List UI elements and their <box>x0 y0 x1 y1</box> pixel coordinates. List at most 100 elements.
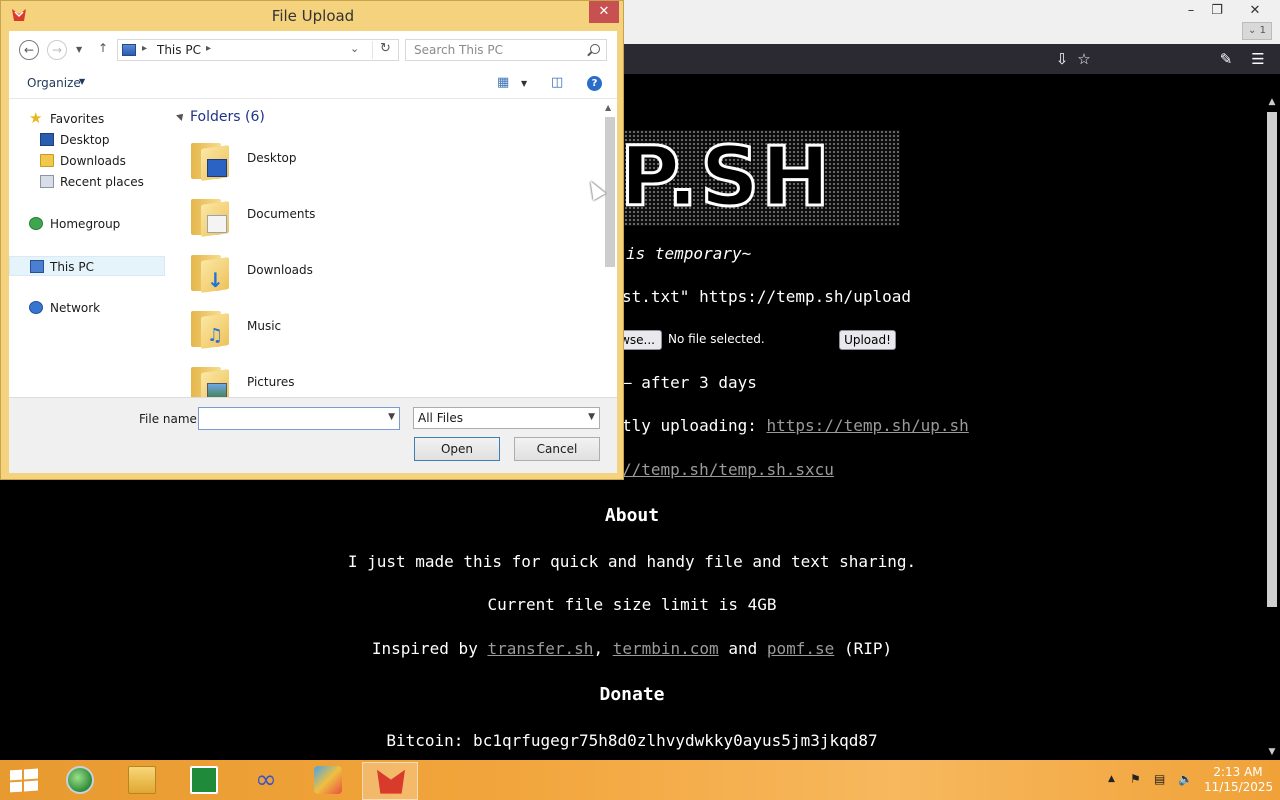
windows-logo-icon <box>10 781 22 793</box>
forward-arrow-icon[interactable]: → <box>47 40 67 60</box>
help-icon[interactable]: ? <box>587 76 602 91</box>
change-view-icon[interactable]: ▦ <box>497 75 509 93</box>
sxcu-link[interactable]: //temp.sh/temp.sh.sxcu <box>622 460 834 479</box>
inspired-prefix: Inspired by <box>371 639 478 658</box>
nav-homegroup-label: Homegroup <box>50 217 121 231</box>
open-button[interactable]: Open <box>414 437 500 461</box>
store-icon <box>190 766 218 794</box>
upload-button[interactable]: Upload! <box>839 330 896 350</box>
breadcrumb-arrow-icon[interactable]: ▸ <box>206 43 211 54</box>
preview-pane-icon[interactable]: ◫ <box>551 75 563 93</box>
back-arrow-icon[interactable]: ← <box>19 40 39 60</box>
downloads-folder-icon: ↓ <box>191 251 231 293</box>
folder-item[interactable]: ♫ Music <box>187 301 599 353</box>
inspired-and: and <box>728 639 758 658</box>
scroll-up-icon[interactable]: ▲ <box>605 103 611 112</box>
show-hidden-icons[interactable]: ▲ <box>1108 774 1115 784</box>
file-limit-text: Current file size limit is 4GB <box>487 595 777 614</box>
chevron-down-icon[interactable]: ⌄ <box>350 42 359 55</box>
logo-text: P.SH <box>619 130 832 225</box>
tab-count-button[interactable]: ⌄ 1 <box>1242 22 1272 40</box>
start-button[interactable] <box>10 768 38 793</box>
extensions-icon[interactable]: ✎ <box>1216 49 1236 69</box>
donate-heading: Donate <box>599 684 665 705</box>
folder-item[interactable]: ↓ Downloads <box>187 245 599 297</box>
system-clock[interactable]: 2:13 AM 11/15/2025 <box>1204 765 1273 795</box>
paint-icon <box>314 766 342 794</box>
up-arrow-icon[interactable]: ↑ <box>98 41 108 55</box>
refresh-icon[interactable]: ↻ <box>372 41 398 59</box>
folder-item[interactable]: Desktop <box>187 133 599 185</box>
page-scrollbar[interactable]: ▲ ▼ <box>1264 94 1280 760</box>
pomf-link[interactable]: pomf.se <box>767 639 834 658</box>
termbin-link[interactable]: termbin.com <box>613 639 719 658</box>
nav-network-label: Network <box>50 301 101 315</box>
cancel-button[interactable]: Cancel <box>514 437 600 461</box>
taskbar-app-infinity[interactable]: ∞ <box>238 762 294 800</box>
transfer-sh-link[interactable]: transfer.sh <box>487 639 593 658</box>
scroll-down-icon[interactable]: ▼ <box>1264 744 1280 760</box>
search-icon[interactable] <box>590 44 600 54</box>
script-line: tly uploading: https://temp.sh/up.sh <box>622 416 969 435</box>
nav-favorites[interactable]: ★ Favorites <box>9 109 165 129</box>
taskbar-store[interactable] <box>176 762 232 800</box>
command-bar: Organize ▼ ▦ ▼ ◫ ? <box>9 69 617 99</box>
nav-homegroup[interactable]: Homegroup <box>9 214 165 234</box>
nav-downloads[interactable]: Downloads <box>9 151 165 171</box>
network-tray-icon[interactable]: ▤ <box>1154 772 1165 786</box>
folders-group-header[interactable]: Folders (6) <box>190 109 265 125</box>
file-name-input[interactable]: ▼ <box>198 407 400 430</box>
scroll-up-icon[interactable]: ▲ <box>1264 94 1280 110</box>
downloads-folder-icon <box>40 154 54 167</box>
dialog-close-button[interactable]: ✕ <box>589 1 619 23</box>
nav-desktop[interactable]: Desktop <box>9 130 165 150</box>
close-window-button[interactable]: ✕ <box>1240 0 1270 22</box>
nav-this-pc[interactable]: This PC <box>9 256 165 276</box>
taskbar-file-explorer[interactable] <box>114 762 170 800</box>
expire-label: after 3 days <box>641 373 757 392</box>
script-link[interactable]: https://temp.sh/up.sh <box>767 416 969 435</box>
scroll-thumb[interactable] <box>1267 112 1277 607</box>
nav-network[interactable]: Network <box>9 298 165 318</box>
curl-command: st.txt" https://temp.sh/upload <box>622 287 911 306</box>
recent-locations-dropdown[interactable]: ▼ <box>76 45 82 54</box>
address-location[interactable]: This PC <box>157 43 201 57</box>
address-bar[interactable]: ▸ This PC ▸ ⌄ ↻ <box>117 39 399 61</box>
chevron-down-icon[interactable]: ▼ <box>79 77 85 86</box>
taskbar-app-paint[interactable] <box>300 762 356 800</box>
nav-recent-places[interactable]: Recent places <box>9 172 165 192</box>
restore-button[interactable]: ❐ <box>1202 0 1232 22</box>
taskbar-browser-active[interactable] <box>362 762 418 800</box>
volume-muted-icon[interactable]: 🔈 <box>1178 772 1193 786</box>
chevron-down-icon[interactable]: ▼ <box>588 412 595 422</box>
nav-downloads-label: Downloads <box>60 154 126 168</box>
view-options-dropdown[interactable]: ▼ <box>521 79 527 97</box>
chevron-down-icon[interactable]: ▼ <box>388 412 395 422</box>
action-center-flag-icon[interactable]: ⚑ <box>1130 772 1141 786</box>
desktop-icon <box>40 133 54 146</box>
folder-item[interactable]: Documents <box>187 189 599 241</box>
save-to-pocket-icon[interactable]: ⇩ <box>1052 49 1072 69</box>
file-list-scrollbar[interactable]: ▲ ▼ <box>603 103 617 425</box>
inspired-comma: , <box>593 639 604 658</box>
folder-name: Downloads <box>247 263 313 277</box>
file-explorer-icon <box>128 766 156 794</box>
folder-name: Music <box>247 319 282 333</box>
system-tray: ▲ ⚑ ▤ 🔈 <box>1104 770 1200 790</box>
bitcoin-address: Bitcoin: bc1qrfugegr75h8d0zlhvydwkky0ayu… <box>386 731 878 750</box>
tab-count-label: 1 <box>1259 25 1266 36</box>
breadcrumb-arrow-icon[interactable]: ▸ <box>142 43 147 54</box>
browser-globe-icon <box>66 766 94 794</box>
taskbar-ie[interactable] <box>52 762 108 800</box>
scroll-thumb[interactable] <box>605 117 615 267</box>
dialog-title: File Upload <box>271 7 355 25</box>
organize-button[interactable]: Organize <box>27 76 81 90</box>
file-type-select[interactable]: All Files ▼ <box>413 407 600 429</box>
homegroup-icon <box>29 217 43 230</box>
bookmark-star-icon[interactable]: ☆ <box>1074 49 1094 69</box>
menu-icon[interactable]: ☰ <box>1248 49 1268 69</box>
search-input[interactable]: Search This PC <box>405 39 607 61</box>
star-icon: ★ <box>29 109 43 127</box>
windows-logo-icon <box>24 780 38 792</box>
collapse-arrow-icon[interactable] <box>176 111 186 121</box>
